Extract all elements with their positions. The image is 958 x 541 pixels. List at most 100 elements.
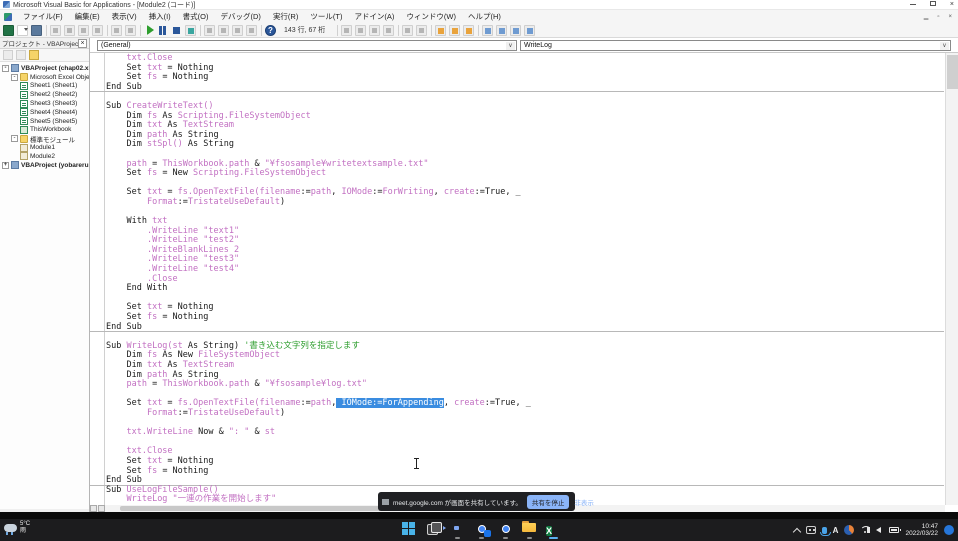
tree-item-microsoft-excel-object[interactable]: -Microsoft Excel Object <box>0 73 89 82</box>
toggle-breakpoint-icon[interactable] <box>435 25 446 36</box>
uncomment-block-icon[interactable] <box>463 25 474 36</box>
code-line[interactable] <box>106 208 944 218</box>
child-minimize-button[interactable]: ▁ <box>924 13 929 20</box>
code-line[interactable] <box>106 294 944 304</box>
paste-icon[interactable] <box>78 25 89 36</box>
restore-button[interactable] <box>930 0 936 10</box>
toolbox-icon[interactable] <box>246 25 257 36</box>
view-object-icon[interactable] <box>16 50 26 60</box>
code-line[interactable]: Format:=TristateUseDefault) <box>106 409 944 419</box>
menu-item[interactable]: 表示(V) <box>106 10 143 23</box>
task-view-button[interactable] <box>426 521 441 536</box>
insert-userform-icon[interactable] <box>17 25 28 36</box>
tree-item-vbaproject-chap02-xl[interactable]: -VBAProject (chap02.xl <box>0 64 89 73</box>
minimize-button[interactable] <box>910 0 916 10</box>
chevron-down-icon[interactable]: ∨ <box>940 42 949 50</box>
code-line[interactable]: txt.WriteLine Now & ": " & st <box>106 428 944 438</box>
code-line[interactable]: Set fs = Nothing <box>106 313 944 323</box>
break-icon[interactable] <box>157 25 168 36</box>
toggle-folders-icon[interactable] <box>29 50 39 60</box>
code-line[interactable]: Set fs = Nothing <box>106 467 944 477</box>
tree-item-vbaproject-yobareru[interactable]: +VBAProject (yobareru: <box>0 161 89 170</box>
project-explorer-close-icon[interactable]: × <box>78 39 87 48</box>
save-icon[interactable] <box>31 25 42 36</box>
menu-item[interactable]: アドイン(A) <box>348 10 400 23</box>
tray-browser-icon[interactable] <box>844 525 854 535</box>
view-excel-icon[interactable] <box>3 25 14 36</box>
excel-button[interactable]: X <box>546 521 561 536</box>
chat-app-button[interactable] <box>450 521 465 536</box>
notification-badge[interactable] <box>944 525 954 535</box>
code-line[interactable]: End Sub <box>90 323 944 333</box>
file-explorer-button[interactable] <box>522 521 537 536</box>
hide-button[interactable]: 非表示 <box>574 497 594 507</box>
cut-icon[interactable] <box>50 25 61 36</box>
tray-overflow-chevron-icon[interactable] <box>792 527 800 535</box>
chevron-down-icon[interactable]: ∨ <box>506 42 515 50</box>
code-line[interactable]: Dim txt As TextStream <box>106 121 944 131</box>
tree-item-sheet4-sheet4[interactable]: Sheet4 (Sheet4) <box>0 108 89 117</box>
code-line[interactable]: Set txt = Nothing <box>106 64 944 74</box>
indent-icon[interactable] <box>402 25 413 36</box>
child-close-button[interactable]: × <box>948 14 952 20</box>
full-view-button[interactable] <box>98 505 105 512</box>
taskbar-clock[interactable]: 10:47 2022/03/22 <box>905 523 938 538</box>
comment-block-icon[interactable] <box>449 25 460 36</box>
code-line[interactable]: End With <box>106 284 944 294</box>
run-icon[interactable] <box>147 25 154 35</box>
collapse-icon[interactable]: - <box>11 135 18 142</box>
quick-info-icon[interactable] <box>355 25 366 36</box>
tree-item-module2[interactable]: Module2 <box>0 152 89 161</box>
code-line[interactable]: Set fs = Nothing <box>106 73 944 83</box>
menu-item[interactable]: 書式(O) <box>177 10 215 23</box>
code-line[interactable]: .Close <box>106 275 944 285</box>
undo-icon[interactable] <box>111 25 122 36</box>
code-margin[interactable] <box>90 53 105 505</box>
menu-item[interactable]: ヘルプ(H) <box>462 10 507 23</box>
tree-item-sheet1-sheet1[interactable]: Sheet1 (Sheet1) <box>0 82 89 91</box>
menu-item[interactable]: ファイル(F) <box>17 10 69 23</box>
code-line[interactable]: Set fs = New Scripting.FileSystemObject <box>106 169 944 179</box>
reset-icon[interactable] <box>171 25 182 36</box>
parameter-info-icon[interactable] <box>369 25 380 36</box>
battery-icon[interactable] <box>889 527 899 533</box>
bookmark-toggle-icon[interactable] <box>482 25 493 36</box>
menu-item[interactable]: ツール(T) <box>304 10 348 23</box>
tree-item-sheet2-sheet2[interactable]: Sheet2 (Sheet2) <box>0 90 89 99</box>
menu-item[interactable]: 挿入(I) <box>143 10 177 23</box>
menu-item[interactable]: ウィンドウ(W) <box>400 10 462 23</box>
code-line[interactable]: .WriteLine "test4" <box>106 265 944 275</box>
bookmark-clear-icon[interactable] <box>524 25 535 36</box>
stop-sharing-button[interactable]: 共有を停止 <box>527 495 570 509</box>
expand-icon[interactable]: + <box>2 162 9 169</box>
vertical-scrollbar-thumb[interactable] <box>947 55 958 89</box>
procedure-dropdown[interactable]: WriteLog ∨ <box>520 40 951 51</box>
code-line[interactable]: txt.Close <box>106 54 944 64</box>
object-browser-icon[interactable] <box>232 25 243 36</box>
chrome-button[interactable] <box>498 521 513 536</box>
code-line[interactable]: Set txt = Nothing <box>106 303 944 313</box>
taskbar-weather-widget[interactable]: 5°C 雨 <box>4 521 30 535</box>
project-explorer-icon[interactable] <box>204 25 215 36</box>
tree-item-module1[interactable]: Module1 <box>0 143 89 152</box>
copy-icon[interactable] <box>64 25 75 36</box>
code-line[interactable] <box>106 92 944 102</box>
menu-item[interactable]: デバッグ(D) <box>215 10 267 23</box>
code-line[interactable] <box>106 438 944 448</box>
bookmark-next-icon[interactable] <box>496 25 507 36</box>
code-line[interactable]: path = ThisWorkbook.path & "¥fsosample¥l… <box>106 380 944 390</box>
start-button[interactable] <box>402 521 417 536</box>
tree-item-sheet3-sheet3[interactable]: Sheet3 (Sheet3) <box>0 99 89 108</box>
collapse-icon[interactable]: - <box>11 74 18 81</box>
code-line[interactable]: End Sub <box>90 83 944 93</box>
speaker-icon[interactable] <box>876 527 881 533</box>
code-editor[interactable]: txt.Close Set txt = Nothing Set fs = Not… <box>90 53 945 505</box>
chrome-sharing-button[interactable] <box>474 521 489 536</box>
code-line[interactable]: txt.Close <box>106 447 944 457</box>
microphone-icon[interactable] <box>822 527 827 534</box>
help-icon[interactable]: ? <box>265 25 276 36</box>
ime-mode-indicator[interactable]: A <box>833 526 839 535</box>
menu-item[interactable]: 実行(R) <box>267 10 304 23</box>
redo-icon[interactable] <box>125 25 136 36</box>
outdent-icon[interactable] <box>416 25 427 36</box>
